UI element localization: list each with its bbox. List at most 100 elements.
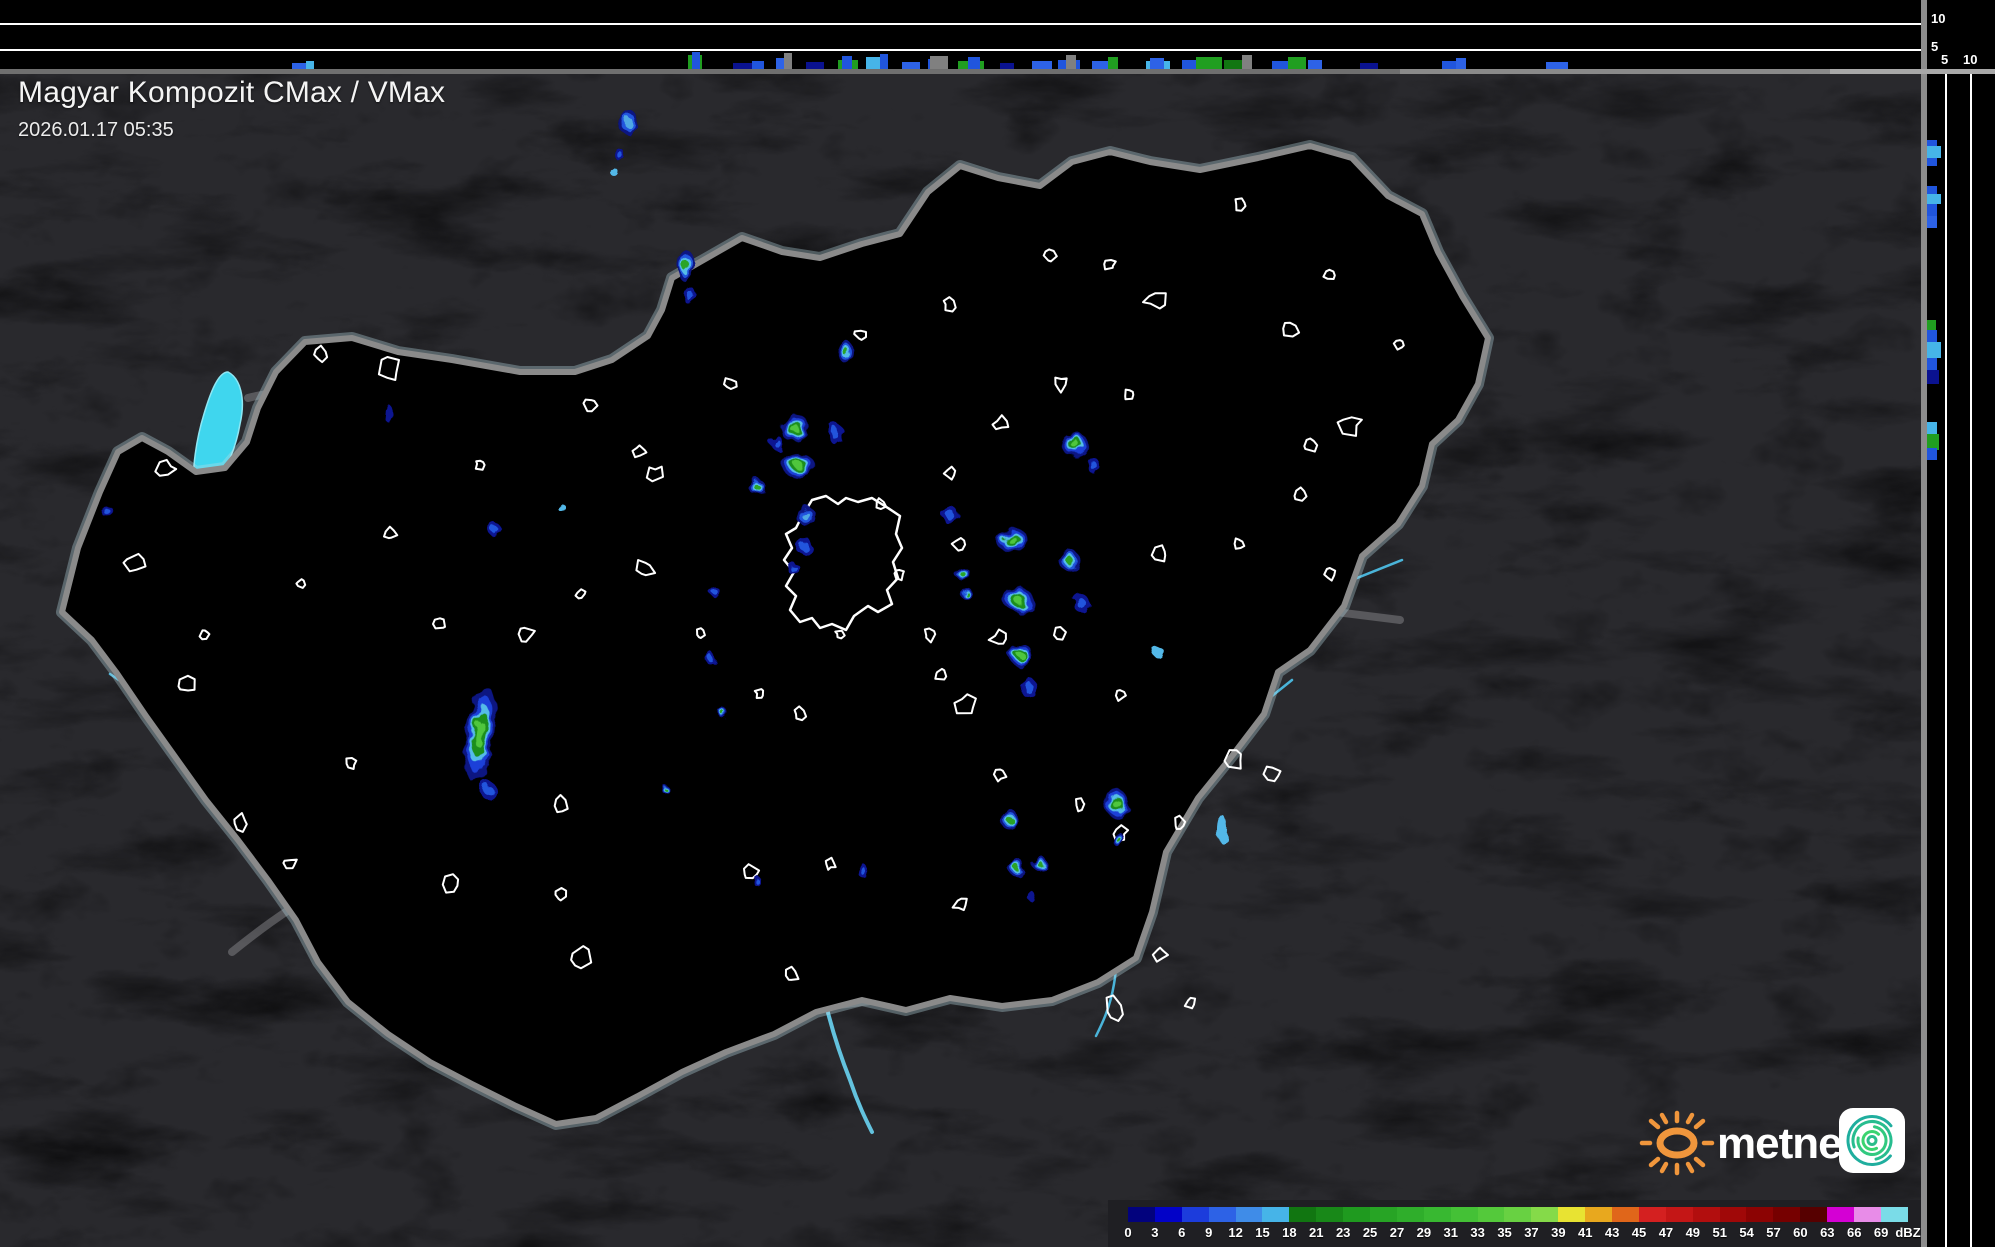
legend-color-cell — [1773, 1207, 1800, 1222]
legend-tick-label: 0 — [1124, 1225, 1131, 1240]
legend-tick-label: 18 — [1282, 1225, 1296, 1240]
side-height-profile-panel: 10 5 5 10 — [1921, 0, 1995, 1247]
legend-tick-label: 33 — [1470, 1225, 1484, 1240]
legend-tick-label: 6 — [1178, 1225, 1185, 1240]
side-axis-label-5: 5 — [1941, 53, 1948, 66]
legend-tick-label: 69 — [1874, 1225, 1888, 1240]
legend-ticks: 0369121518212325272931333537394143454749… — [1108, 1225, 1921, 1243]
top-profile-echo-pixel — [930, 56, 948, 69]
radar-echo — [1009, 644, 1033, 666]
radar-echo — [1027, 891, 1035, 901]
radar-echo — [1032, 855, 1046, 871]
top-axis-label-10: 10 — [1931, 12, 1945, 25]
header: Magyar Kompozit CMax / VMax 2026.01.17 0… — [18, 76, 445, 142]
legend-tick-label: 39 — [1551, 1225, 1565, 1240]
side-profile-echo-pixel — [1927, 194, 1941, 204]
radar-echo — [710, 587, 720, 597]
side-profile-echo-pixel — [1927, 342, 1941, 358]
radar-echo — [705, 652, 715, 664]
radar-echo — [619, 109, 637, 135]
top-profile-echo-pixel — [1308, 60, 1322, 69]
legend-color-cell — [1800, 1207, 1827, 1222]
radar-echo — [556, 502, 564, 510]
side-axis-label-10: 10 — [1963, 53, 1977, 66]
top-axis-label-5: 5 — [1931, 40, 1938, 53]
radar-app-window: 10 5 5 10 Magyar Kompozit CMax / VMax 20… — [0, 0, 1995, 1247]
radar-echo — [1153, 646, 1163, 658]
radar-echo — [858, 866, 870, 878]
legend-color-cell — [1612, 1207, 1639, 1222]
radar-echo — [662, 786, 670, 794]
top-profile-echo-pixel — [1242, 55, 1252, 69]
legend-color-cell — [1451, 1207, 1478, 1222]
legend-tick-label: 23 — [1336, 1225, 1350, 1240]
timestamp: 2026.01.17 05:35 — [18, 119, 445, 142]
radar-echo — [489, 523, 501, 537]
top-profile-echo-pixel — [1456, 58, 1466, 69]
legend-color-cell — [1693, 1207, 1720, 1222]
radar-echo — [1058, 550, 1080, 570]
top-profile-echo-pixel — [968, 57, 980, 69]
side-profile-echo-pixel — [1927, 448, 1937, 460]
radar-echo — [797, 506, 815, 526]
legend-color-cell — [1639, 1207, 1666, 1222]
legend-color-cell — [1585, 1207, 1612, 1222]
top-profile-echo-pixel — [1196, 57, 1222, 69]
legend-color-cell — [1128, 1207, 1155, 1222]
radar-echo — [828, 424, 844, 444]
radar-echo — [610, 168, 618, 176]
top-profile-echo-pixel — [752, 61, 764, 69]
legend-tick-label: 51 — [1712, 1225, 1726, 1240]
legend-tick-label: 60 — [1793, 1225, 1807, 1240]
legend-tick-label: 47 — [1659, 1225, 1673, 1240]
radar-echo — [1088, 458, 1100, 474]
dbz-legend: 0369121518212325272931333537394143454749… — [1108, 1200, 1921, 1247]
metnet-logo: metnet — [1600, 1095, 1920, 1185]
legend-tick-label: 49 — [1686, 1225, 1700, 1240]
legend-tick-label: 27 — [1390, 1225, 1404, 1240]
radar-echo — [386, 406, 394, 424]
legend-tick-label: 37 — [1524, 1225, 1538, 1240]
metnet-app-icon — [1838, 1107, 1906, 1175]
top-profile-echo-pixel — [880, 54, 888, 69]
legend-tick-label: 31 — [1444, 1225, 1458, 1240]
legend-color-cell — [1182, 1207, 1209, 1222]
logo-text: metnet — [1717, 1119, 1857, 1168]
radar-echo — [955, 566, 969, 580]
legend-tick-label: 21 — [1309, 1225, 1323, 1240]
legend-unit-label: dBZ — [1895, 1225, 1920, 1240]
legend-tick-label: 15 — [1255, 1225, 1269, 1240]
legend-color-cell — [1155, 1207, 1182, 1222]
gridline-5km-vertical — [1945, 74, 1947, 1247]
side-profile-echo-pixel — [1927, 146, 1941, 158]
legend-tick-label: 35 — [1497, 1225, 1511, 1240]
legend-tick-label: 12 — [1228, 1225, 1242, 1240]
radar-echo — [480, 781, 496, 799]
top-profile-echo-pixel — [842, 56, 852, 69]
top-height-profile-panel — [0, 0, 1921, 74]
radar-echo — [1113, 833, 1125, 847]
legend-color-cell — [1666, 1207, 1693, 1222]
radar-echo — [1001, 810, 1019, 830]
radar-echo — [750, 478, 764, 496]
top-profile-echo-pixel — [1150, 58, 1164, 69]
radar-echo — [795, 536, 811, 554]
radar-echo — [1021, 678, 1037, 698]
legend-color-cell — [1236, 1207, 1263, 1222]
side-profile-echo-pixel — [1927, 216, 1937, 228]
legend-color-cell — [1397, 1207, 1424, 1222]
sun-icon — [1642, 1113, 1712, 1173]
top-profile-echo-pixel — [1066, 55, 1076, 69]
top-profile-echo-pixel — [784, 53, 792, 69]
legend-tick-label: 66 — [1847, 1225, 1861, 1240]
radar-echo — [1009, 859, 1025, 877]
legend-color-cell — [1854, 1207, 1881, 1222]
legend-tick-label: 25 — [1363, 1225, 1377, 1240]
top-profile-echo-pixel — [902, 62, 920, 69]
top-profile-echo-pixel — [1224, 60, 1242, 69]
legend-color-cell — [1504, 1207, 1531, 1222]
legend-color-cell — [1531, 1207, 1558, 1222]
radar-echo — [942, 506, 958, 524]
gridline-5km — [0, 49, 1921, 51]
gridline-10km — [0, 23, 1921, 25]
